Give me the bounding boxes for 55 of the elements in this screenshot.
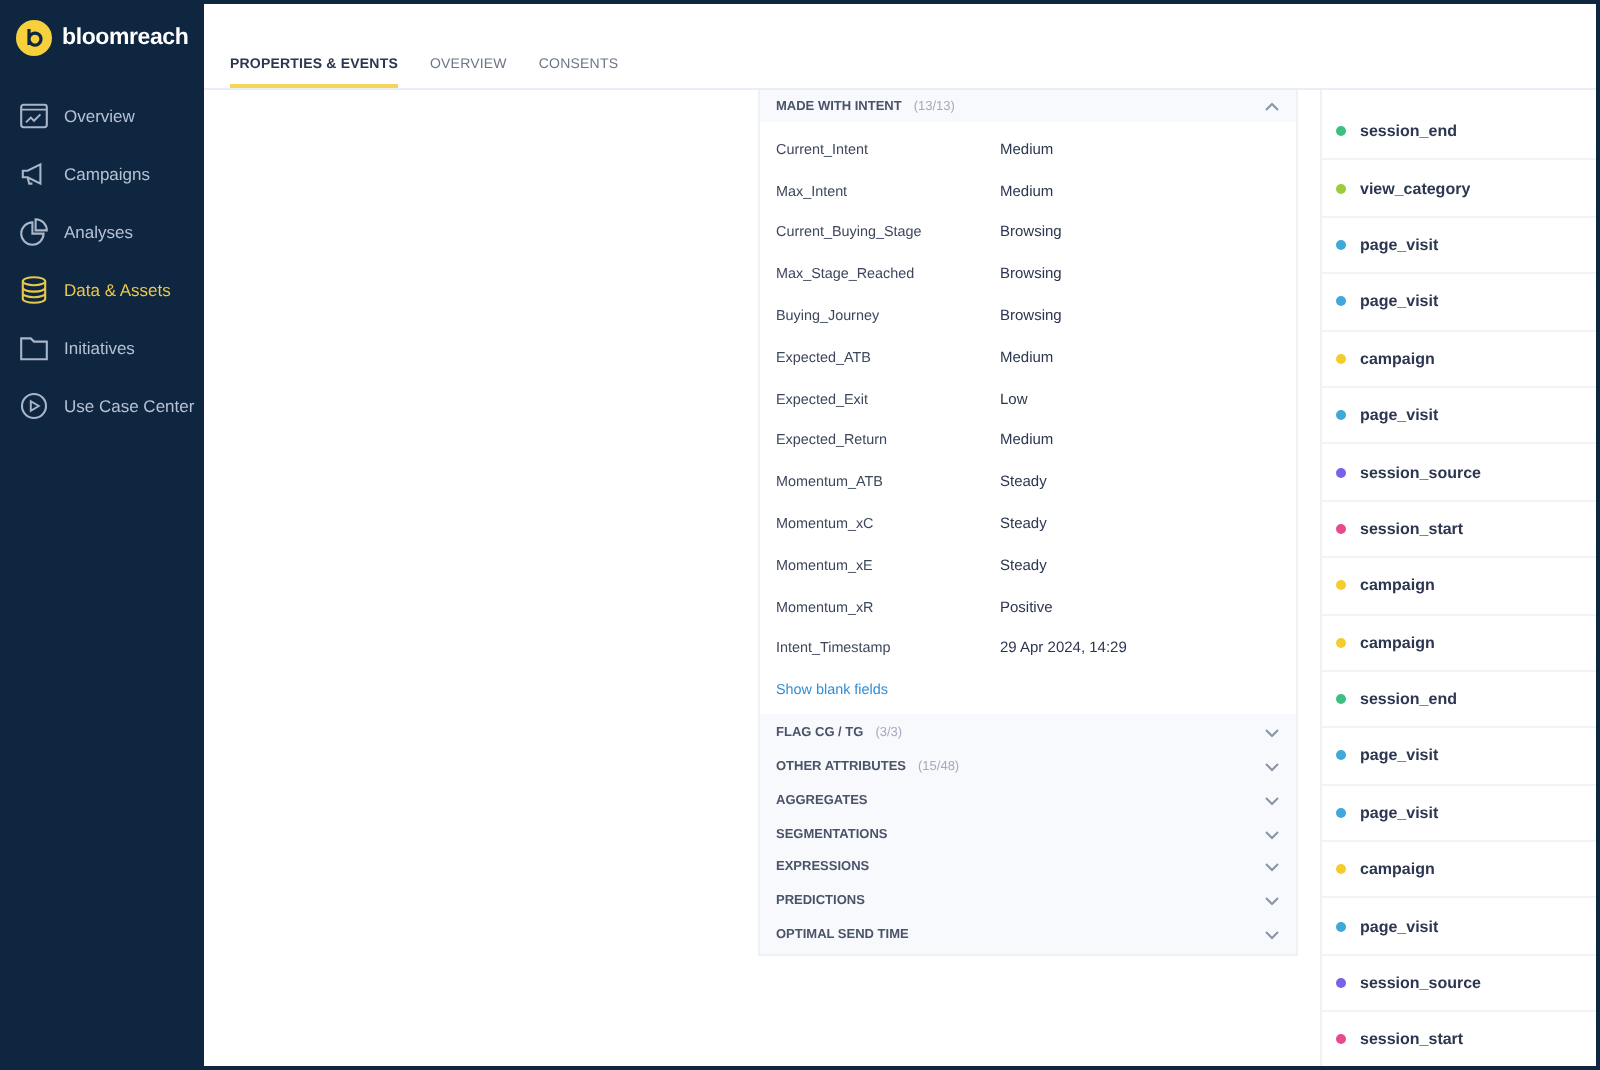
event-row[interactable]: page_visit (1322, 785, 1596, 843)
database-icon (18, 273, 50, 305)
chevron-down-icon (1264, 827, 1280, 842)
event-name: page_visit (1360, 746, 1439, 765)
sidebar-item[interactable]: Campaigns (0, 144, 204, 202)
dashboard-icon (18, 99, 50, 131)
logo-icon (16, 20, 52, 56)
event-name: page_visit (1360, 235, 1439, 254)
chevron-up-icon (1264, 99, 1280, 113)
sidebar-item[interactable]: Use Case Center (0, 376, 204, 434)
chevron-down-icon (1264, 894, 1280, 909)
event-name: page_visit (1360, 917, 1439, 936)
event-name: session_start (1360, 519, 1464, 538)
chevron-down-icon (1264, 726, 1280, 741)
event-name: page_visit (1360, 292, 1439, 311)
event-name: session_start (1360, 1030, 1464, 1049)
event-name: campaign (1360, 349, 1435, 368)
pie-chart-icon (18, 215, 50, 247)
sidebar-item[interactable]: Data & Assets (0, 260, 204, 318)
event-row[interactable]: session_source (1322, 955, 1596, 1013)
event-row[interactable]: session_end (1322, 104, 1596, 161)
chevron-down-icon (1264, 860, 1280, 875)
event-name: session_end (1360, 690, 1457, 709)
event-name: campaign (1360, 633, 1435, 652)
event-row[interactable]: session_start (1322, 501, 1596, 559)
event-row[interactable]: session_start (1322, 1012, 1596, 1066)
event-row[interactable]: campaign (1322, 842, 1596, 899)
event-row[interactable]: campaign (1322, 331, 1596, 388)
chevron-down-icon (1264, 793, 1280, 808)
event-name: session_source (1360, 974, 1481, 993)
event-name: session_source (1360, 463, 1481, 482)
event-name: campaign (1360, 860, 1435, 879)
event-row[interactable]: page_visit (1322, 898, 1596, 956)
sidebar-item[interactable]: Initiatives (0, 318, 204, 376)
event-row[interactable]: session_end (1322, 671, 1596, 729)
event-row[interactable]: page_visit (1322, 274, 1596, 332)
sidebar-item[interactable]: Overview (0, 86, 204, 144)
event-row[interactable]: page_visit (1322, 387, 1596, 445)
event-row[interactable]: page_visit (1322, 217, 1596, 275)
event-name: session_end (1360, 122, 1457, 141)
event-row[interactable]: campaign (1322, 558, 1596, 616)
play-circle-icon (18, 389, 50, 421)
chevron-down-icon (1264, 928, 1280, 943)
event-row[interactable]: session_source (1322, 444, 1596, 502)
event-name: page_visit (1360, 803, 1439, 822)
sidebar-item[interactable]: Analyses (0, 202, 204, 260)
brand-name: bloomreach (62, 26, 189, 50)
event-row[interactable]: view_category (1322, 160, 1596, 218)
chevron-down-icon (1264, 760, 1280, 775)
event-name: campaign (1360, 576, 1435, 595)
event-name: page_visit (1360, 406, 1439, 425)
event-name: view_category (1360, 179, 1471, 198)
event-row[interactable]: page_visit (1322, 728, 1596, 786)
event-row[interactable]: campaign (1322, 615, 1596, 672)
folder-icon (18, 331, 50, 363)
